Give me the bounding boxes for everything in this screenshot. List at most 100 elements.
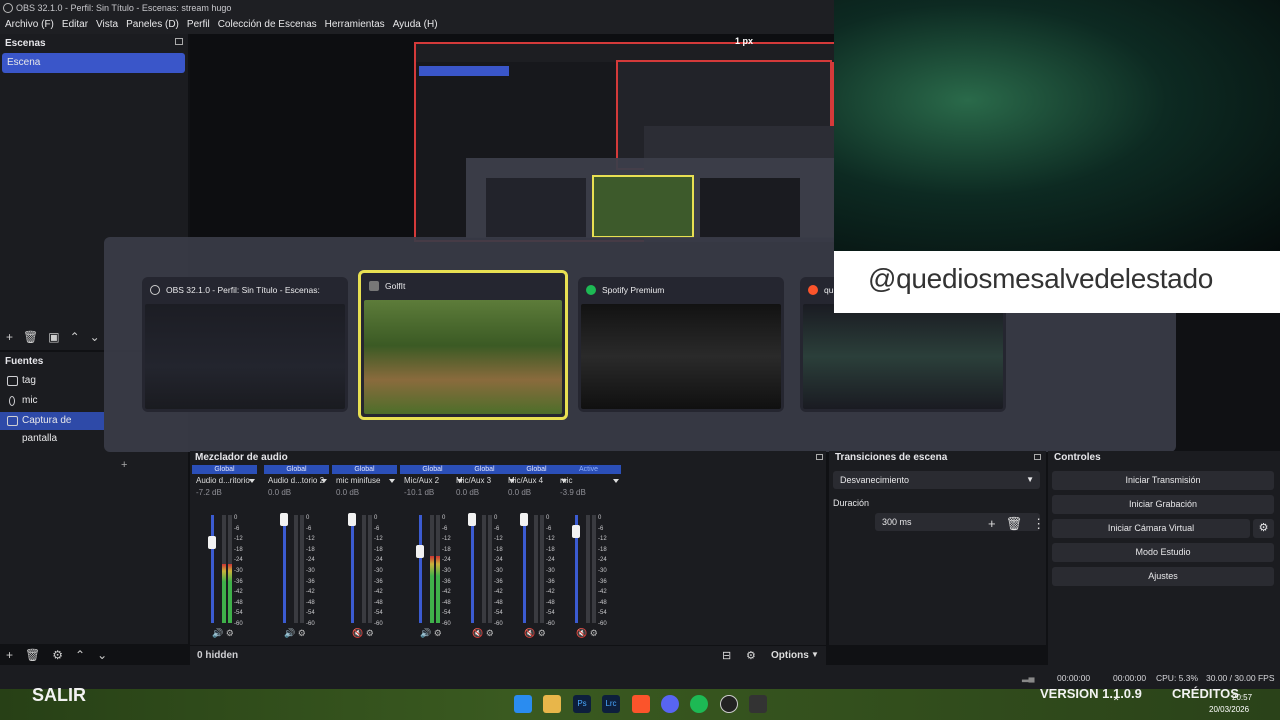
menu-herramientas[interactable]: Herramientas (325, 16, 385, 34)
clock-time[interactable]: 20:57 (1232, 693, 1252, 702)
add-transition-icon[interactable]: + (988, 516, 996, 532)
trash-icon[interactable]: 🗑 (25, 648, 40, 664)
move-down-icon[interactable]: ⌄ (97, 648, 107, 664)
brave-icon[interactable] (632, 695, 650, 713)
layout-icon[interactable]: ⊟ (722, 649, 731, 662)
channel-settings-icon[interactable]: ⚙ (587, 628, 598, 638)
volume-slider-handle[interactable] (572, 525, 580, 539)
speaker-muted-icon[interactable]: 🔇 (524, 628, 535, 638)
scale-tick: -60 (234, 620, 243, 627)
photoshop-icon[interactable]: Ps (573, 695, 591, 713)
channel-settings-icon[interactable]: ⚙ (223, 628, 234, 638)
scale-tick: -18 (234, 546, 243, 553)
fps-readout: 30.00 / 30.00 FPS (1206, 673, 1275, 683)
channel-name[interactable]: mic minifuse (332, 474, 397, 487)
trash-icon[interactable]: 🗑 (23, 330, 38, 348)
volume-slider-handle[interactable] (280, 513, 288, 526)
card-title: qu (824, 285, 834, 295)
volume-slider-handle[interactable] (520, 513, 528, 526)
source-item-screen-capture[interactable]: Captura de pantalla (0, 412, 104, 444)
speaker-icon[interactable]: 🔊 (212, 628, 223, 638)
trash-icon[interactable]: 🗑 (1006, 516, 1023, 532)
volume-slider-track[interactable] (351, 515, 354, 623)
switcher-card-obs[interactable]: OBS 32.1.0 - Perfil: Sin Título - Escena… (142, 277, 348, 412)
menu-coleccion[interactable]: Colección de Escenas (218, 16, 317, 34)
gear-icon[interactable]: ⚙ (52, 648, 63, 664)
menu-vista[interactable]: Vista (96, 16, 118, 34)
move-up-icon[interactable]: ⌃ (75, 648, 85, 664)
speaker-muted-icon[interactable]: 🔇 (472, 628, 483, 638)
channel-settings-icon[interactable]: ⚙ (295, 628, 306, 638)
add-source-icon[interactable]: + (6, 648, 13, 664)
clock-date[interactable]: 20/03/2026 (1209, 705, 1249, 714)
source-label: tag (22, 375, 36, 386)
channel-name[interactable]: mic (556, 474, 621, 487)
undock-icon[interactable] (816, 454, 823, 460)
obs-icon[interactable] (720, 695, 738, 713)
switcher-card-spotify[interactable]: Spotify Premium (578, 277, 784, 412)
lightroom-icon[interactable]: Lrc (602, 695, 620, 713)
switcher-card-golfit[interactable]: GolfIt (358, 270, 568, 420)
spotify-icon[interactable] (690, 695, 708, 713)
settings-button[interactable]: Ajustes (1052, 567, 1274, 586)
volume-slider-track[interactable] (283, 515, 286, 623)
tray-chevron-icon[interactable]: ⌃ (1112, 697, 1120, 708)
channel-name[interactable]: Audio d...torio 2 (264, 474, 329, 487)
volume-slider-handle[interactable] (468, 513, 476, 526)
gear-icon[interactable]: ⚙ (1253, 519, 1274, 538)
channel-settings-icon[interactable]: ⚙ (363, 628, 374, 638)
move-down-icon[interactable]: ⌄ (90, 330, 100, 348)
channel-settings-icon[interactable]: ⚙ (483, 628, 494, 638)
discord-icon[interactable] (661, 695, 679, 713)
undock-icon[interactable] (1034, 454, 1041, 460)
scale-tick: 0 (374, 515, 378, 521)
source-item-tag[interactable]: tag (0, 372, 104, 390)
scale-tick: -6 (234, 525, 240, 532)
scene-item[interactable]: Escena (2, 53, 185, 73)
channel-tag: Global (264, 465, 329, 474)
windows-start-icon[interactable] (514, 695, 532, 713)
speaker-icon[interactable]: 🔊 (420, 628, 431, 638)
options-button[interactable]: Options (771, 650, 809, 661)
volume-slider-track[interactable] (523, 515, 526, 623)
speaker-muted-icon[interactable]: 🔇 (576, 628, 587, 638)
move-up-icon[interactable]: ⌃ (70, 330, 80, 348)
channel-settings-icon[interactable]: ⚙ (535, 628, 546, 638)
channel-name[interactable]: Audio d...ritorio (192, 474, 257, 487)
speaker-icon[interactable]: 🔊 (284, 628, 295, 638)
start-stream-button[interactable]: Iniciar Transmisión (1052, 471, 1274, 490)
add-scene-icon[interactable]: + (6, 330, 13, 348)
volume-slider-track[interactable] (471, 515, 474, 623)
transition-select[interactable]: Desvanecimiento ▼ (833, 471, 1040, 489)
speaker-muted-icon[interactable]: 🔇 (352, 628, 363, 638)
transition-value: Desvanecimiento (840, 475, 910, 485)
volume-slider-track[interactable] (211, 515, 214, 623)
game-exit-text: SALIR (32, 685, 86, 705)
menu-ayuda[interactable]: Ayuda (H) (393, 16, 438, 34)
channel-settings-icon[interactable]: ⚙ (431, 628, 442, 638)
start-recording-button[interactable]: Iniciar Grabación (1052, 495, 1274, 514)
handle-overlay: @quediosmesalvedelestado (834, 251, 1280, 313)
volume-slider-handle[interactable] (416, 545, 424, 559)
volume-slider-handle[interactable] (208, 536, 216, 550)
golfit-icon[interactable] (749, 695, 767, 713)
volume-slider-track[interactable] (419, 515, 422, 623)
mic-icon (9, 396, 15, 406)
source-item-mic[interactable]: mic (0, 392, 104, 410)
filter-icon[interactable]: ▣ (48, 330, 59, 348)
file-explorer-icon[interactable] (543, 695, 561, 713)
volume-slider-handle[interactable] (348, 513, 356, 526)
scale-tick: -12 (374, 536, 383, 543)
menu-perfil[interactable]: Perfil (187, 16, 210, 34)
studio-mode-button[interactable]: Modo Estudio (1052, 543, 1274, 562)
more-icon[interactable]: ⋮ (1032, 516, 1045, 532)
menu-archivo[interactable]: Archivo (F) (5, 16, 54, 34)
menu-editar[interactable]: Editar (62, 16, 88, 34)
gear-icon[interactable]: ⚙ (746, 649, 756, 662)
menu-paneles[interactable]: Paneles (D) (126, 16, 179, 34)
start-virtual-camera-button[interactable]: Iniciar Cámara Virtual (1052, 519, 1250, 538)
chevron-down-icon[interactable]: ▼ (811, 650, 819, 659)
card-thumbnail (803, 304, 1003, 409)
duration-value: 300 ms (882, 517, 912, 527)
undock-icon[interactable] (175, 38, 183, 45)
